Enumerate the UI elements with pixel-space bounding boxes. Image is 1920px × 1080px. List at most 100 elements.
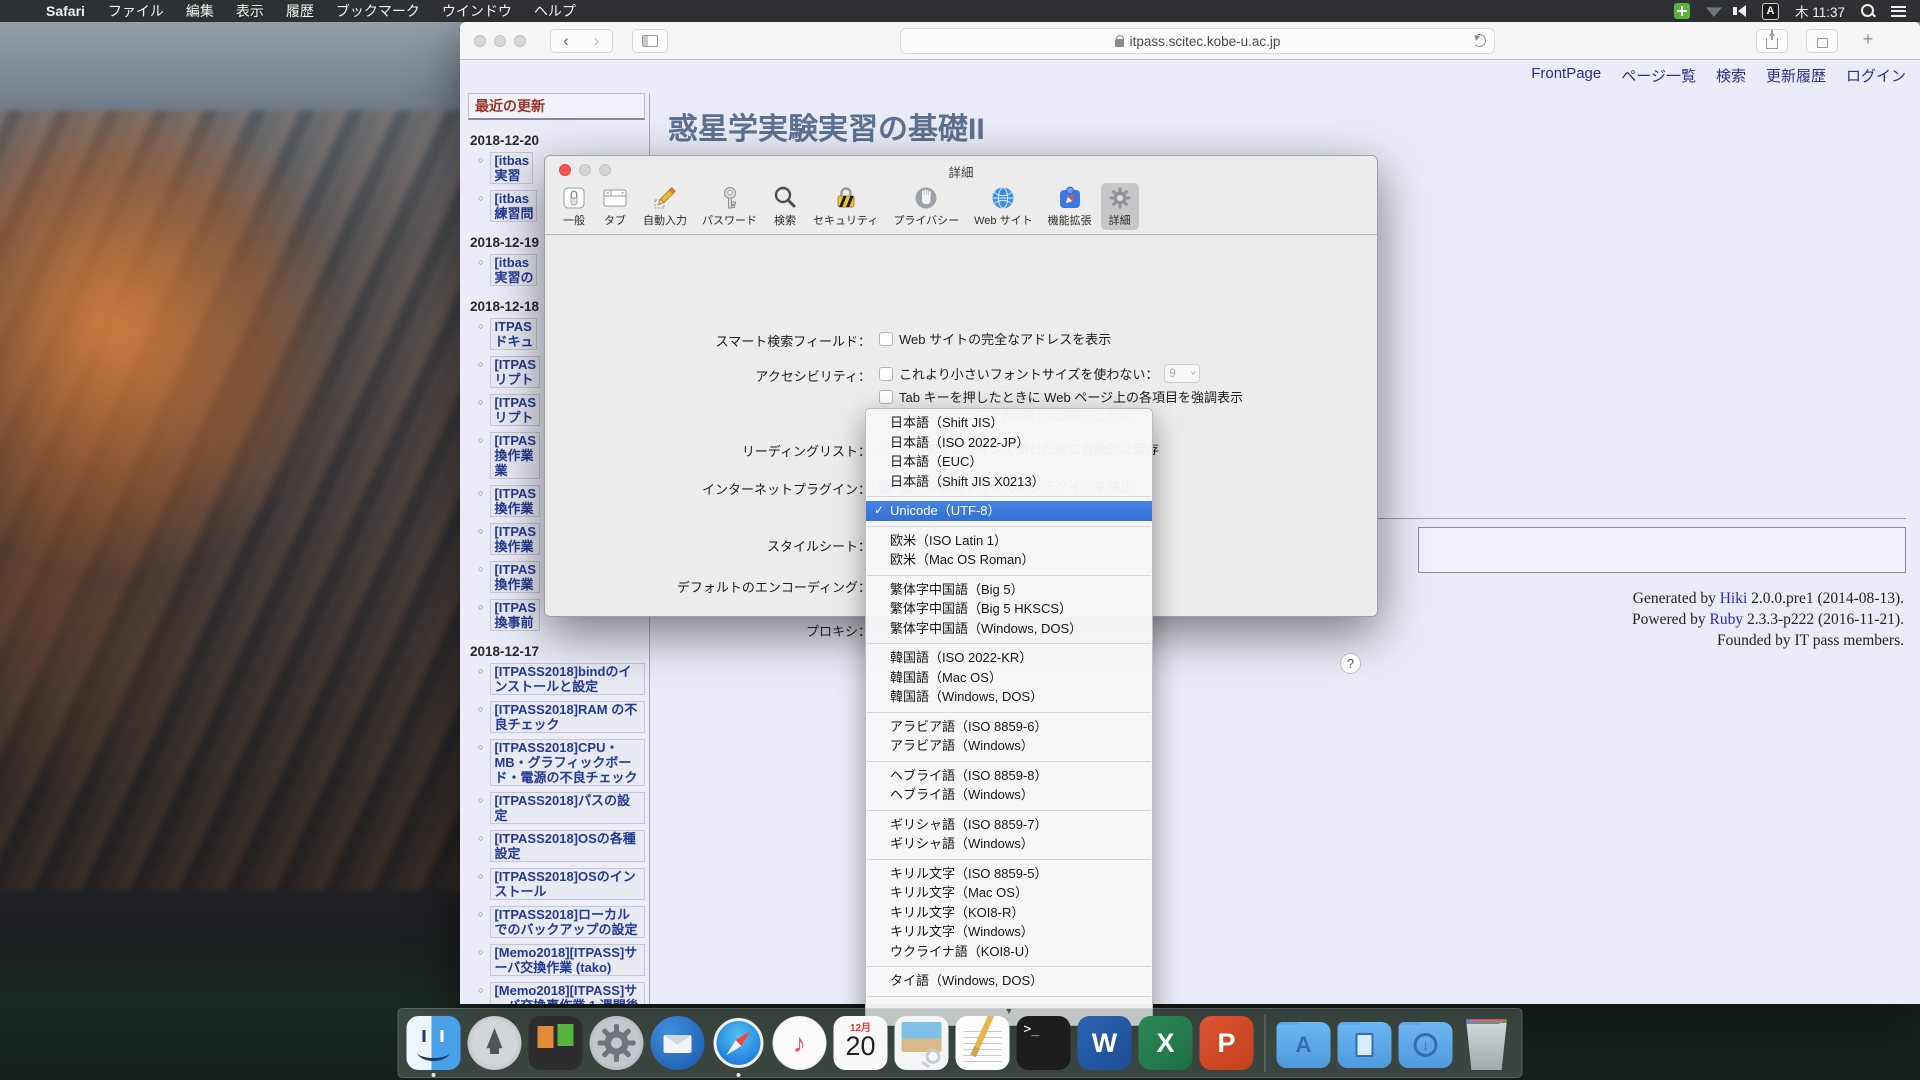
- encoding-menu-item[interactable]: 繁体字中国語（Big 5 HKSCS）: [866, 599, 1152, 619]
- wiki-page-link[interactable]: [ITPAS リプト: [490, 394, 540, 426]
- wiki-page-link[interactable]: [Memo2018][ITPASS]サーバ交換事作業 1 週間後に行う作業: [490, 982, 645, 1004]
- encoding-menu-item[interactable]: タイ語（Windows, DOS）: [866, 971, 1152, 991]
- wiki-page-link[interactable]: [ITPAS 換作業: [490, 523, 540, 555]
- dock-system-preferences[interactable]: [590, 1016, 644, 1070]
- prefs-tab-passwords[interactable]: パスワード: [696, 183, 763, 230]
- wiki-page-link[interactable]: [ITPAS 換事前: [490, 599, 540, 631]
- wiki-page-link[interactable]: [ITPASS2018]RAM の不良チェック: [490, 701, 645, 733]
- encoding-menu-item[interactable]: キリル文字（KOI8-R）: [866, 903, 1152, 923]
- status-app-icon[interactable]: [1674, 3, 1690, 19]
- encoding-menu-item[interactable]: ✓ Unicode（UTF-8）: [866, 501, 1152, 521]
- encoding-menu-item[interactable]: 日本語（Shift JIS X0213）: [866, 472, 1152, 492]
- wiki-page-link[interactable]: [itbas 練習問: [490, 190, 537, 222]
- address-bar[interactable]: itpass.scitec.kobe-u.ac.jp: [900, 28, 1495, 54]
- footer-link[interactable]: Hiki: [1720, 590, 1748, 607]
- dock-trash[interactable]: [1460, 1016, 1514, 1070]
- wiki-nav-link[interactable]: 更新履歴: [1766, 65, 1826, 86]
- dock-word[interactable]: W: [1078, 1016, 1132, 1070]
- dock-excel[interactable]: X: [1139, 1016, 1193, 1070]
- wiki-page-link[interactable]: [itbas 実習: [490, 152, 533, 184]
- menu-item[interactable]: ファイル: [97, 1, 175, 21]
- encoding-menu-item[interactable]: キリル文字（Mac OS）: [866, 883, 1152, 903]
- prefs-tab-advanced[interactable]: 詳細: [1101, 183, 1139, 230]
- dock-thunderbird[interactable]: [651, 1016, 705, 1070]
- dock-safari[interactable]: [712, 1016, 766, 1070]
- sidebar-toggle-button[interactable]: [632, 29, 668, 53]
- wifi-off-icon[interactable]: [1706, 5, 1722, 17]
- new-tab-button[interactable]: +: [1856, 29, 1880, 53]
- wiki-page-link[interactable]: ITPAS ドキュ: [490, 318, 537, 350]
- volume-icon[interactable]: [1738, 5, 1746, 17]
- menu-item[interactable]: ウインドウ: [431, 1, 523, 21]
- minimize-button[interactable]: [494, 35, 506, 47]
- notification-center-icon[interactable]: [1891, 6, 1906, 17]
- encoding-menu-item[interactable]: 繁体字中国語（Big 5）: [866, 580, 1152, 600]
- wiki-page-link[interactable]: [ITPASS2018]OSのインストール: [490, 868, 645, 900]
- encoding-menu-item[interactable]: 韓国語（Windows, DOS）: [866, 687, 1152, 707]
- encoding-menu-item[interactable]: 韓国語（Mac OS）: [866, 668, 1152, 688]
- encoding-menu-item[interactable]: ウクライナ語（KOI8-U）: [866, 942, 1152, 962]
- dock-folder-downloads[interactable]: ↓: [1399, 1016, 1453, 1070]
- menu-clock[interactable]: 木 11:37: [1795, 1, 1845, 21]
- zoom-button[interactable]: [514, 35, 526, 47]
- encoding-menu-item[interactable]: ヘブライ語（ISO 8859-8）: [866, 766, 1152, 786]
- wiki-nav-link[interactable]: ページ一覧: [1621, 65, 1696, 86]
- prefs-tab-tabs[interactable]: ×+ タブ: [596, 183, 634, 230]
- encoding-menu-item[interactable]: 日本語（ISO 2022-JP）: [866, 433, 1152, 453]
- encoding-menu-item[interactable]: ヘブライ語（Windows）: [866, 785, 1152, 805]
- encoding-menu-item[interactable]: ギリシャ語（ISO 8859-7）: [866, 815, 1152, 835]
- prefs-tab-search[interactable]: 検索: [766, 183, 804, 230]
- menu-app-name[interactable]: Safari: [34, 3, 97, 19]
- prefs-tab-websites[interactable]: Web サイト: [968, 183, 1038, 230]
- wiki-page-link[interactable]: [ITPASS2018]ローカルでのバックアップの設定: [490, 906, 645, 938]
- wiki-page-link[interactable]: [ITPASS2018]CPU・MB・グラフィックボード・電源の不良チェック: [490, 739, 645, 786]
- dock-itunes[interactable]: ♪: [773, 1016, 827, 1070]
- prefs-tab-security[interactable]: セキュリティ: [807, 183, 884, 230]
- spotlight-icon[interactable]: [1861, 4, 1875, 18]
- menu-item[interactable]: ブックマーク: [325, 1, 431, 21]
- forward-button[interactable]: ›: [581, 29, 613, 53]
- prefs-tab-general[interactable]: 一般: [555, 183, 593, 230]
- dock-powerpoint[interactable]: P: [1200, 1016, 1254, 1070]
- dock-terminal[interactable]: >_: [1017, 1016, 1071, 1070]
- wiki-nav-link[interactable]: ログイン: [1846, 65, 1906, 86]
- close-button[interactable]: [474, 35, 486, 47]
- encoding-menu-item[interactable]: ギリシャ語（Windows）: [866, 834, 1152, 854]
- show-full-address-checkbox[interactable]: [879, 332, 893, 346]
- tab-overview-button[interactable]: [1806, 29, 1838, 53]
- dock-launchpad[interactable]: [468, 1016, 522, 1070]
- dock-folder-applications[interactable]: A: [1277, 1016, 1331, 1070]
- wiki-page-link[interactable]: [ITPAS 換作業: [490, 561, 540, 593]
- menu-item[interactable]: 編集: [175, 1, 225, 21]
- wiki-page-link[interactable]: [Memo2018][ITPASS]サーバ交換作業 (tako): [490, 944, 645, 976]
- wiki-page-link[interactable]: [ITPAS リプト: [490, 356, 540, 388]
- min-font-size-checkbox[interactable]: [879, 367, 893, 381]
- prefs-tab-autofill[interactable]: 自動入力: [637, 183, 693, 230]
- dock-finder[interactable]: [407, 1016, 461, 1070]
- menu-item[interactable]: 表示: [225, 1, 275, 21]
- dock-textedit[interactable]: [956, 1016, 1010, 1070]
- wiki-nav-link[interactable]: 検索: [1716, 65, 1746, 86]
- encoding-menu-item[interactable]: 繁体字中国語（Windows, DOS）: [866, 619, 1152, 639]
- wiki-page-link[interactable]: [ITPAS 換作業 業: [490, 432, 540, 479]
- encoding-menu-item[interactable]: 日本語（EUC）: [866, 452, 1152, 472]
- dock-preview[interactable]: [895, 1016, 949, 1070]
- reload-icon[interactable]: [1473, 34, 1486, 47]
- encoding-menu-item[interactable]: キリル文字（Windows）: [866, 922, 1152, 942]
- encoding-menu-item[interactable]: アラビア語（Windows）: [866, 736, 1152, 756]
- encoding-menu-item[interactable]: 日本語（Shift JIS）: [866, 413, 1152, 433]
- wiki-page-link[interactable]: [ITPASS2018]パスの設定: [490, 792, 645, 824]
- wiki-nav-link[interactable]: FrontPage: [1531, 65, 1601, 86]
- wiki-page-link[interactable]: [ITPASS2018]bindのインストールと設定: [490, 663, 645, 695]
- encoding-menu-item[interactable]: キリル文字（ISO 8859-5）: [866, 864, 1152, 884]
- help-button[interactable]: ?: [1340, 653, 1361, 674]
- prefs-tab-extensions[interactable]: 機能拡張: [1042, 183, 1098, 230]
- font-size-select[interactable]: 9˅: [1164, 364, 1200, 383]
- back-button[interactable]: ‹: [550, 29, 582, 53]
- share-button[interactable]: [1756, 29, 1788, 53]
- dock-app-windows[interactable]: [529, 1016, 583, 1070]
- dock-folder-documents[interactable]: [1338, 1016, 1392, 1070]
- prefs-tab-privacy[interactable]: プライバシー: [887, 183, 965, 230]
- tab-highlight-checkbox[interactable]: [879, 390, 893, 404]
- encoding-menu-item[interactable]: アラビア語（ISO 8859-6）: [866, 717, 1152, 737]
